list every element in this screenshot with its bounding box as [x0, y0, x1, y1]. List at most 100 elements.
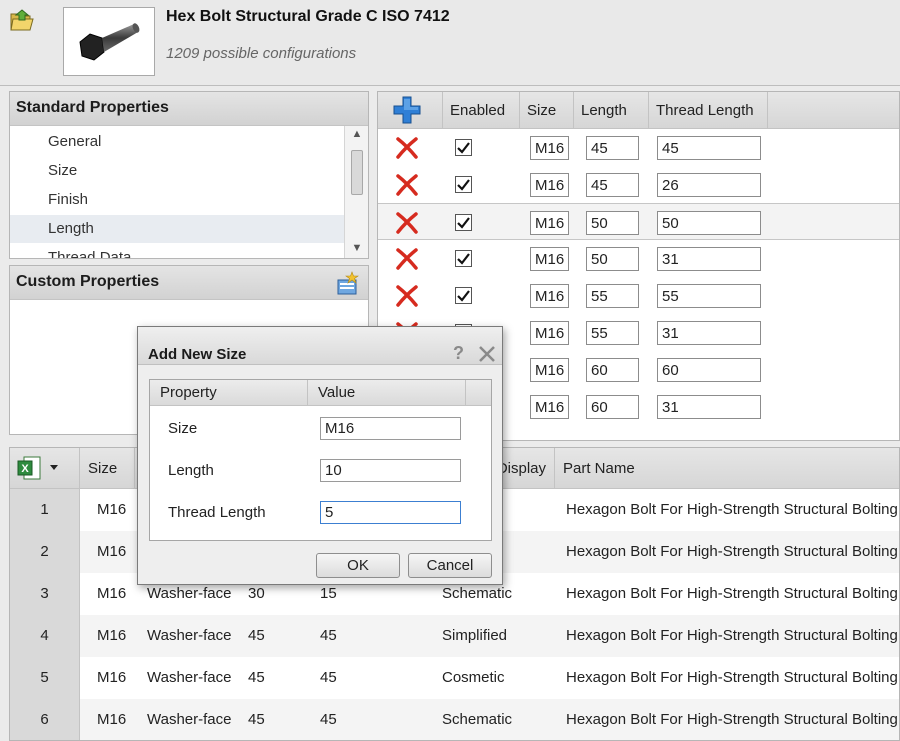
configuration-row[interactable]: 5 M16 Washer-face 45 45 Cosmetic Hexagon Bolt … — [10, 657, 899, 699]
size-field[interactable]: M16 — [320, 417, 461, 440]
part-title: Hex Bolt Structural Grade C ISO 7412 — [166, 8, 450, 25]
length-cell[interactable]: 45 — [586, 136, 639, 160]
part-name-value: Hexagon Bolt For High-Strength Structura… — [566, 627, 898, 644]
length-cell[interactable]: 45 — [586, 173, 639, 197]
size-value: M16 — [97, 669, 127, 686]
open-folder-icon[interactable] — [8, 6, 36, 34]
thread-length-cell[interactable]: 60 — [657, 358, 761, 382]
cancel-button[interactable]: Cancel — [408, 553, 492, 578]
enabled-checkbox[interactable] — [455, 176, 472, 193]
thread-length-cell[interactable]: 31 — [657, 395, 761, 419]
svg-text:X: X — [21, 463, 29, 475]
part-name-value: Hexagon Bolt For High-Strength Structura… — [566, 711, 898, 728]
row-number[interactable]: 2 — [10, 531, 80, 573]
length-cell[interactable]: 60 — [586, 358, 639, 382]
add-size-icon[interactable] — [392, 95, 422, 125]
size-value: M16 — [97, 543, 127, 560]
finish-value: Washer-face — [147, 711, 232, 728]
part-name-value: Hexagon Bolt For High-Strength Structura… — [566, 585, 898, 602]
help-icon[interactable]: ? — [453, 343, 464, 364]
scroll-up-icon[interactable]: ▲ — [350, 128, 364, 140]
size-cell[interactable]: M16 — [530, 136, 569, 160]
enabled-checkbox[interactable] — [455, 139, 472, 156]
thread-length-field[interactable]: 5 — [320, 501, 461, 524]
delete-row-icon[interactable] — [394, 211, 420, 235]
col-enabled[interactable]: Enabled — [443, 92, 520, 129]
row-number[interactable]: 5 — [10, 657, 80, 699]
configuration-row[interactable]: 6 M16 Washer-face 45 45 Schematic Hexagon Bolt… — [10, 699, 899, 740]
size-row[interactable]: M16 55 55 — [378, 277, 899, 314]
col-size[interactable]: Size — [80, 448, 135, 489]
size-cell[interactable]: M16 — [530, 173, 569, 197]
finish-value: Washer-face — [147, 669, 232, 686]
size-row[interactable]: M16 50 50 — [378, 203, 899, 240]
std-item-general[interactable]: General — [10, 128, 344, 156]
size-cell[interactable]: M16 — [530, 321, 569, 345]
size-cell[interactable]: M16 — [530, 395, 569, 419]
enabled-checkbox[interactable] — [455, 287, 472, 304]
length-value: 30 — [248, 585, 265, 602]
thread-length-cell[interactable]: 55 — [657, 284, 761, 308]
col-thread-length[interactable]: Thread Length — [649, 92, 768, 129]
row-number[interactable]: 6 — [10, 699, 80, 740]
col-size[interactable]: Size — [520, 92, 574, 129]
ok-button[interactable]: OK — [316, 553, 400, 578]
size-row[interactable]: M16 45 26 — [378, 166, 899, 203]
size-cell[interactable]: M16 — [530, 247, 569, 271]
row-number[interactable]: 4 — [10, 615, 80, 657]
export-excel-cell[interactable]: X — [10, 448, 80, 489]
thread-length-cell[interactable]: 26 — [657, 173, 761, 197]
scroll-thumb[interactable] — [351, 150, 363, 195]
size-row[interactable]: M16 45 45 — [378, 129, 899, 166]
part-name-value: Hexagon Bolt For High-Strength Structura… — [566, 669, 898, 686]
size-cell[interactable]: M16 — [530, 284, 569, 308]
col-length[interactable]: Length — [574, 92, 649, 129]
std-scrollbar[interactable]: ▲ ▼ — [344, 126, 368, 258]
configuration-row[interactable]: 4 M16 Washer-face 45 45 Simplified Hexagon Bol… — [10, 615, 899, 657]
thread-length-value: 45 — [320, 711, 337, 728]
standard-properties-title: Standard Properties — [10, 92, 368, 126]
dialog-property-grid: Property Value Size M16 Length 10 Thread… — [149, 379, 492, 541]
std-item-finish[interactable]: Finish — [10, 186, 344, 214]
thread-length-cell[interactable]: 45 — [657, 136, 761, 160]
row-number[interactable]: 1 — [10, 489, 80, 531]
size-row[interactable]: M16 50 31 — [378, 240, 899, 277]
display-value: Schematic — [442, 585, 513, 602]
std-item-length[interactable]: Length — [10, 215, 344, 243]
configurations-count: 1209 possible configurations — [166, 45, 357, 62]
add-new-size-dialog: Add New Size ? Property Value Size M16 L… — [137, 326, 503, 585]
delete-row-icon[interactable] — [394, 173, 420, 197]
custom-properties-title: Custom Properties — [10, 266, 368, 300]
thread-length-cell[interactable]: 31 — [657, 247, 761, 271]
thread-length-cell[interactable]: 31 — [657, 321, 761, 345]
delete-row-icon[interactable] — [394, 247, 420, 271]
std-item-size[interactable]: Size — [10, 157, 344, 185]
length-cell[interactable]: 55 — [586, 321, 639, 345]
length-cell[interactable]: 60 — [586, 395, 639, 419]
col-property: Property — [150, 380, 308, 406]
std-item-thread-data[interactable]: Thread Data — [10, 244, 344, 258]
length-cell[interactable]: 55 — [586, 284, 639, 308]
enabled-checkbox[interactable] — [455, 250, 472, 267]
add-size-cell — [378, 92, 443, 129]
thread-length-cell[interactable]: 50 — [657, 211, 761, 235]
col-part-name[interactable]: Part Name — [555, 448, 899, 489]
part-name-value: Hexagon Bolt For High-Strength Structura… — [566, 543, 898, 560]
size-cell[interactable]: M16 — [530, 358, 569, 382]
scroll-down-icon[interactable]: ▼ — [350, 242, 364, 254]
length-cell[interactable]: 50 — [586, 247, 639, 271]
enabled-checkbox[interactable] — [455, 214, 472, 231]
close-icon[interactable] — [478, 345, 496, 363]
bolt-image — [79, 23, 140, 61]
size-value: M16 — [97, 711, 127, 728]
length-field[interactable]: 10 — [320, 459, 461, 482]
dialog-titlebar: Add New Size ? — [138, 327, 502, 365]
header: Hex Bolt Structural Grade C ISO 7412 120… — [0, 0, 900, 86]
length-cell[interactable]: 50 — [586, 211, 639, 235]
size-cell[interactable]: M16 — [530, 211, 569, 235]
delete-row-icon[interactable] — [394, 136, 420, 160]
add-property-icon[interactable] — [334, 270, 360, 296]
delete-row-icon[interactable] — [394, 284, 420, 308]
excel-export-icon[interactable]: X — [16, 455, 60, 481]
row-number[interactable]: 3 — [10, 573, 80, 615]
